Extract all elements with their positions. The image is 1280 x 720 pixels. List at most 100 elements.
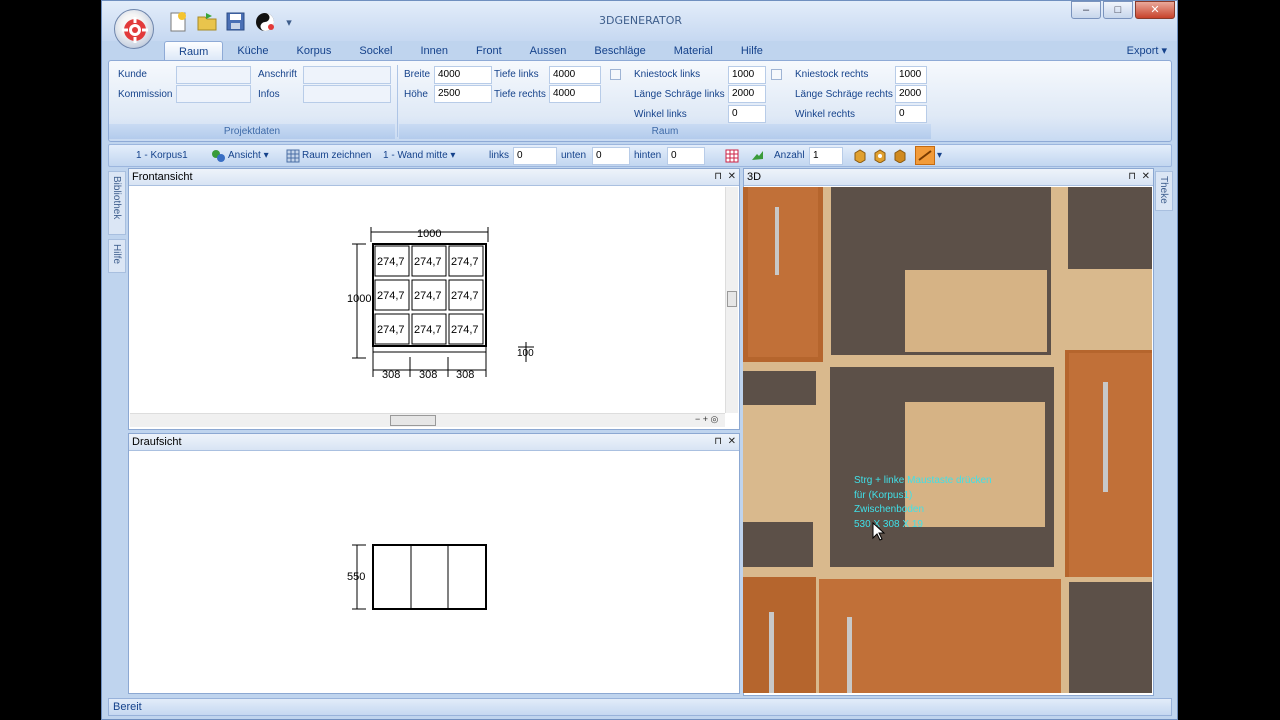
anzahl-label: Anzahl [774,150,805,161]
app-menu-button[interactable] [114,9,154,49]
group-raum: Breite 4000 Höhe 2500 Tiefe links 4000 T… [399,61,931,141]
tab-kueche[interactable]: Küche [223,41,282,61]
qat-dropdown-icon[interactable]: ▾ [282,9,296,35]
toolbar-overflow-icon[interactable]: ▾ [937,145,942,166]
h-scroll-thumb[interactable] [390,415,436,426]
ribbon-tabs: Raum Küche Korpus Sockel Innen Front Aus… [164,41,777,61]
winkel-rechts-field[interactable]: 0 [895,105,927,123]
cell-dimension: 274,7 [414,324,442,336]
panel-close-icon[interactable]: ✕ [1142,169,1150,185]
side-tab-bibliothek[interactable]: Bibliothek [108,171,126,235]
bottom-dimension: 308 [456,369,474,381]
hoehe-field[interactable]: 2500 [434,85,492,103]
breite-field[interactable]: 4000 [434,66,492,84]
wand-select[interactable]: 1 - Wand mitte ▾ [383,145,455,166]
anschrift-field[interactable] [303,66,391,84]
scroll-thumb[interactable] [727,291,737,307]
kommission-field[interactable] [176,85,251,103]
status-text: Bereit [113,701,142,713]
width-dimension: 1000 [417,228,441,240]
laenge-schraege-rechts-field[interactable]: 2000 [895,85,927,103]
kniestock-rechts-label: Kniestock rechts [795,69,869,80]
app-logo-icon [122,17,148,43]
close-button[interactable]: ✕ [1135,1,1175,19]
side-dimension: 100 [517,348,534,359]
tab-raum[interactable]: Raum [164,41,224,61]
arrow-icon[interactable] [750,149,764,163]
raum-group-label: Raum [399,124,931,139]
raum-zeichnen-button[interactable]: Raum zeichnen [302,145,371,166]
infos-label: Infos [258,89,280,100]
laenge-schraege-rechts-label: Länge Schräge rechts [795,89,893,100]
kunde-label: Kunde [118,69,147,80]
minimize-button[interactable]: – [1071,1,1101,19]
new-file-icon[interactable] [166,9,190,35]
measure-icon [918,150,932,161]
yin-yang-icon[interactable] [253,9,277,35]
ansicht-label: Ansicht [228,150,261,161]
frontansicht-title: Frontansicht [132,171,193,183]
side-tab-hilfe[interactable]: Hilfe [108,239,126,273]
draufsicht-header: Draufsicht [129,434,739,451]
zoom-buttons[interactable]: − + ◎ [695,414,718,425]
pin-icon[interactable]: ⊓ [1128,169,1136,185]
kunde-field[interactable] [176,66,251,84]
kniestock-links-checkbox[interactable] [610,69,621,80]
tab-hilfe[interactable]: Hilfe [727,41,777,61]
pin-icon[interactable]: ⊓ [714,169,722,185]
wand-select-label: 1 - Wand mitte [383,150,448,161]
draufsicht-panel: Draufsicht ⊓ ✕ 550 [128,433,740,694]
box-icon-1[interactable] [853,149,867,163]
side-tab-theke[interactable]: Theke [1155,171,1173,211]
tab-beschlaege[interactable]: Beschläge [580,41,659,61]
3d-viewport[interactable] [743,187,1152,693]
winkel-links-field[interactable]: 0 [728,105,766,123]
laenge-schraege-links-field[interactable]: 2000 [728,85,766,103]
korpus-select[interactable]: 1 - Korpus1 [136,145,188,166]
tiefe-links-field[interactable]: 4000 [549,66,601,84]
tab-korpus[interactable]: Korpus [283,41,346,61]
tooltip-line: Strg + linke Maustaste drücken [854,475,992,486]
horizontal-scrollbar[interactable] [130,413,725,427]
open-folder-icon[interactable] [195,9,219,35]
hinten-field[interactable]: 0 [667,147,705,165]
kniestock-rechts-checkbox[interactable] [771,69,782,80]
links-field[interactable]: 0 [513,147,557,165]
tab-aussen[interactable]: Aussen [516,41,581,61]
maximize-button[interactable]: □ [1103,1,1133,19]
pin-icon[interactable]: ⊓ [714,434,722,450]
winkel-rechts-label: Winkel rechts [795,109,856,120]
unten-field[interactable]: 0 [592,147,630,165]
box-icon-3[interactable] [893,149,907,163]
panel-close-icon[interactable]: ✕ [728,169,736,185]
export-menu[interactable]: Export ▾ [1127,44,1167,57]
cell-dimension: 274,7 [377,324,405,336]
tab-material[interactable]: Material [660,41,727,61]
tab-sockel[interactable]: Sockel [345,41,406,61]
grid-icon[interactable] [725,149,739,163]
projektdaten-group-label: Projektdaten [109,124,395,139]
ribbon-panel: Kunde Kommission Anschrift Infos Projekt… [108,60,1172,142]
infos-field[interactable] [303,85,391,103]
tab-innen[interactable]: Innen [406,41,462,61]
kniestock-links-field[interactable]: 1000 [728,66,766,84]
bottom-dimension: 308 [419,369,437,381]
status-bar: Bereit [108,698,1172,716]
measure-tool-button[interactable] [915,146,935,165]
cell-dimension: 274,7 [451,324,479,336]
raum-zeichnen-icon [286,149,300,163]
ansicht-dropdown[interactable]: Ansicht ▾ [228,145,269,166]
bottom-dimension: 308 [382,369,400,381]
unten-label: unten [561,150,587,161]
anzahl-field[interactable]: 1 [809,147,843,165]
box-icon-2[interactable] [873,149,887,163]
breite-label: Breite [404,69,431,80]
panel-close-icon[interactable]: ✕ [728,434,736,450]
tooltip-line: Zwischenboden [854,504,925,515]
view3d-title: 3D [747,171,762,183]
vertical-scrollbar[interactable] [725,187,738,413]
tiefe-rechts-field[interactable]: 4000 [549,85,601,103]
tab-front[interactable]: Front [462,41,516,61]
kniestock-rechts-field[interactable]: 1000 [895,66,927,84]
save-icon[interactable] [224,9,248,35]
